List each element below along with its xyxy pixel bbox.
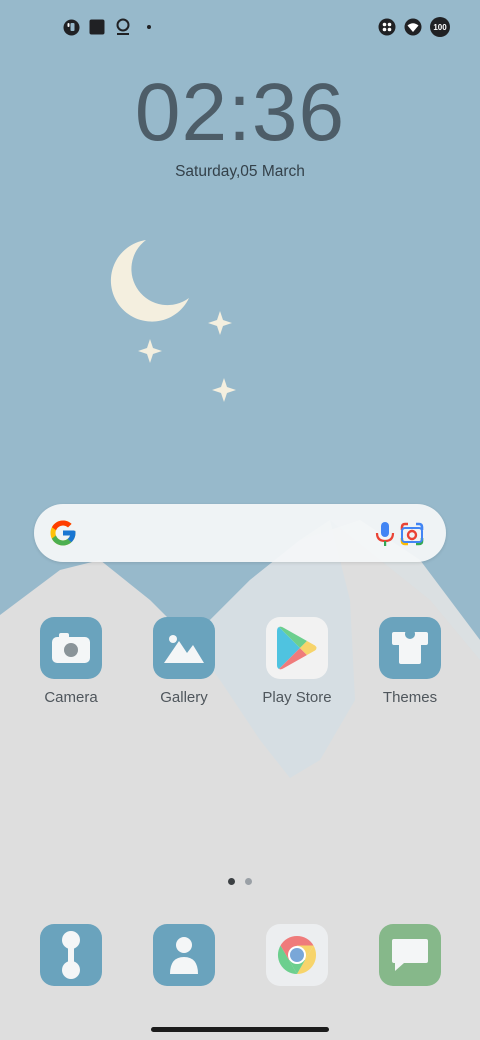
- battery-indicator: 100: [430, 17, 450, 37]
- wifi-icon: [404, 18, 422, 36]
- more-dot-icon: [140, 18, 158, 36]
- app-notification-icon: [62, 18, 80, 36]
- lockscreen-date: Saturday,05 March: [175, 163, 305, 180]
- phone-icon: [40, 924, 102, 986]
- chrome-icon: [266, 924, 328, 986]
- camera-icon: [40, 617, 102, 679]
- google-lens-icon[interactable]: [398, 520, 426, 548]
- assistant-notification-icon: [114, 18, 132, 36]
- microphone-icon[interactable]: [374, 521, 396, 547]
- app-label: Gallery: [160, 689, 208, 706]
- google-logo-icon: [48, 518, 78, 548]
- google-search-bar[interactable]: [34, 504, 446, 562]
- app-play-store[interactable]: Play Store: [247, 617, 347, 706]
- themes-icon: [379, 617, 441, 679]
- page-dot-active: [228, 878, 235, 885]
- contacts-icon: [153, 924, 215, 986]
- page-indicator: [228, 878, 252, 885]
- app-gallery[interactable]: Gallery: [134, 617, 234, 706]
- square-notification-icon: [88, 18, 106, 36]
- lockscreen-clock: 02:36: [134, 67, 346, 158]
- dock-contacts[interactable]: [134, 924, 234, 986]
- dock-messages[interactable]: [360, 924, 460, 986]
- home-gesture-bar[interactable]: [151, 1027, 329, 1032]
- gallery-icon: [153, 617, 215, 679]
- play-store-icon: [266, 617, 328, 679]
- app-label: Play Store: [262, 689, 332, 706]
- dock-phone[interactable]: [21, 924, 121, 986]
- app-label: Themes: [382, 689, 438, 706]
- app-camera[interactable]: Camera: [21, 617, 121, 706]
- app-label: Camera: [44, 689, 98, 706]
- app-themes[interactable]: Themes: [360, 617, 460, 706]
- page-dot: [245, 878, 252, 885]
- dock-chrome[interactable]: [247, 924, 347, 986]
- messages-icon: [379, 924, 441, 986]
- status-bar: 100: [0, 0, 480, 56]
- dual-sim-icon: [378, 18, 396, 36]
